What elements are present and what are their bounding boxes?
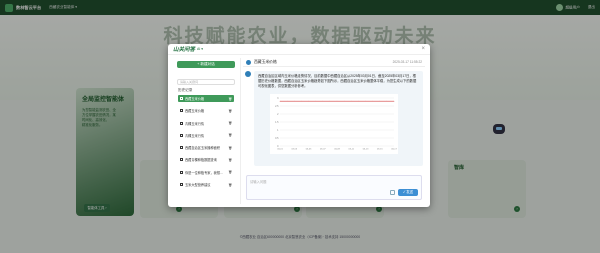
data-point [365,100,366,102]
data-point [329,100,331,102]
y-tick-label: 2.5 [275,105,279,108]
chat-icon [180,97,183,100]
x-tick-label: 03-09 [334,149,340,151]
history-item[interactable]: 西藏玉米价格 🗑 [178,107,234,114]
history-item-label: 西藏玉米价格 [185,97,205,101]
price-chart: 3 2.5 2 1.5 1 0.5 0 03-01 03-03 03-05 03-07 03-09 03… [270,94,398,154]
data-point [372,100,373,102]
y-tick-label: 2 [277,113,279,116]
data-point [286,100,288,102]
y-tick-label: 0.5 [275,137,279,140]
data-point [301,100,302,102]
delete-icon[interactable]: 🗑 [228,133,232,137]
history-item-label: 西藏玉米价格 [185,109,205,114]
input-placeholder: 请输入问题 [250,180,267,184]
history-list: 西藏玉米价格 🗑 西藏玉米价格 🗑 青稞玉米行情 🗑 青稞玉米行情 🗑 西藏自治区玉米播种面积 🗑… [178,95,238,188]
x-tick-label: 03-13 [363,149,369,151]
chat-icon [180,121,183,125]
x-tick-label: 03-05 [306,149,312,151]
send-button[interactable]: ✓ 发送 [398,189,418,196]
x-tick-label: 03-15 [377,149,383,151]
history-item-label: 你是一位种植专家，我想… [185,170,224,175]
chat-header: 西藏玉米价格 2025-03-17 11:55:22 [243,58,425,67]
history-item-label: 青稞玉米行情 [185,121,205,126]
delete-icon[interactable]: 🗑 [228,158,232,162]
delete-icon[interactable]: 🗑 [228,170,232,174]
modal-header: 山关问答 AI ▾ × [168,44,430,55]
message-bubble: 西藏自治区区域内玉米价格走势情况，目前数据中西藏自治区从2025年03月01日、… [254,71,423,166]
y-tick-label: 1 [277,129,279,132]
history-item[interactable]: 玉米大型营养建议 🗑 [178,181,234,188]
x-tick-label: 03-11 [349,149,355,151]
history-sidebar: + 新建对话 请输入关键词 历史记录 西藏玉米价格 🗑 西藏玉米价格 🗑 青稞玉米行情 🗑… [174,61,238,205]
chat-icon [180,170,183,174]
history-item[interactable]: 西藏玉米价格 🗑 [178,95,234,102]
delete-icon[interactable]: 🗑 [228,146,232,150]
chat-icon [180,146,183,150]
x-tick-label: 03-07 [320,149,326,151]
x-tick-label: 03-17 [391,149,397,151]
model-selector[interactable]: AI ▾ [197,47,203,51]
data-point [279,100,281,102]
history-item[interactable]: 西藏青稞种植数据查询 🗑 [178,156,234,163]
x-tick-label: 03-03 [291,149,297,151]
delete-icon[interactable]: 🗑 [228,121,232,125]
user-avatar-icon [246,59,251,65]
history-search-input[interactable]: 请输入关键词 [177,79,235,85]
history-item-label: 西藏自治区玉米播种面积 [185,146,221,151]
bot-avatar-icon [245,71,251,77]
close-icon[interactable]: × [421,46,425,52]
price-line-chart: 32.521.510.5003-01 03-03 03-05 03-07 03-09 03… [275,97,397,151]
message-text: 西藏自治区区域内玉米价格走势情况，目前数据中西藏自治区从2025年03月01日、… [258,74,417,88]
history-item[interactable]: 你是一位种植专家，我想… 🗑 [178,169,234,176]
assistant-message: 西藏自治区区域内玉米价格走势情况，目前数据中西藏自治区从2025年03月01日、… [245,71,423,166]
data-point [386,100,388,102]
history-item-label: 青稞玉米行情 [185,133,205,138]
attachment-icon[interactable] [390,190,395,195]
data-point [293,100,295,102]
chat-title: 西藏玉米价格 [254,59,277,64]
history-item[interactable]: 西藏自治区玉米播种面积 🗑 [178,144,234,151]
modal-title: 山关问答 [173,47,196,53]
chat-timestamp: 2025-03-17 11:55:22 [392,60,422,64]
y-tick-label: 1.5 [275,121,279,124]
qa-modal: 山关问答 AI ▾ × + 新建对话 请输入关键词 历史记录 西藏玉米价格 🗑 西藏… [168,44,430,207]
data-point [393,100,395,102]
delete-icon[interactable]: 🗑 [228,183,232,187]
data-point [358,100,359,102]
question-input[interactable]: 请输入问题 ✓ 发送 [246,175,422,200]
delete-icon[interactable]: 🗑 [228,109,232,113]
y-tick-label: 3 [277,97,279,100]
history-item-label: 西藏青稞种植数据查询 [185,158,217,163]
chat-icon [180,109,183,113]
history-item[interactable]: 青稞玉米行情 🗑 [178,132,234,139]
data-point [350,100,352,102]
chat-icon [180,183,183,187]
data-point [379,100,381,102]
history-label: 历史记录 [178,88,193,92]
new-chat-button[interactable]: + 新建对话 [177,61,235,68]
history-item-label: 玉米大型营养建议 [185,183,211,188]
data-point [315,100,316,102]
chat-icon [180,133,183,137]
data-point [308,100,309,102]
x-tick-label: 03-01 [277,149,283,151]
divider [240,58,241,204]
data-point [322,100,324,102]
chat-icon [180,158,183,162]
data-point [343,100,345,102]
history-item[interactable]: 青稞玉米行情 🗑 [178,120,234,127]
chat-area: 西藏玉米价格 2025-03-17 11:55:22 西藏自治区区域内玉米价格走… [243,58,425,204]
delete-icon[interactable]: 🗑 [228,97,232,101]
data-point [336,100,338,102]
